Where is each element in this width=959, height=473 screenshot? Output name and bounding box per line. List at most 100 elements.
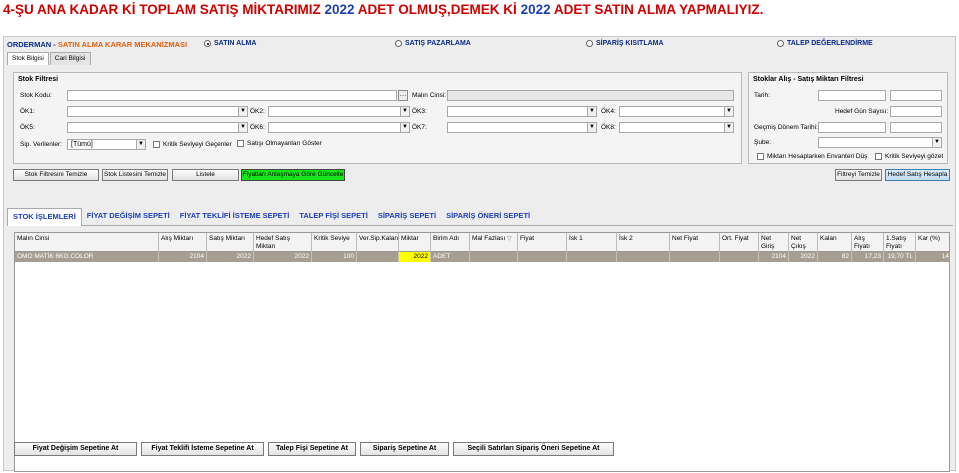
cell-malin-cinsi[interactable]: OMO MATİK 6KG.COLOR (15, 252, 159, 262)
talep-fisi-sepetine-at-button[interactable]: Talep Fişi Sepetine At (268, 442, 356, 456)
cell-satis-miktari[interactable]: 2022 (207, 252, 254, 262)
table-row[interactable]: OMO MATİK 6KG.COLOR 2104 2022 2022 100 2… (15, 252, 949, 262)
gecmis-donem-start-input[interactable] (818, 122, 886, 133)
column-header[interactable]: 1.Satış Fiyatı (884, 233, 916, 252)
cell-mal-fazlasi[interactable] (470, 252, 518, 262)
chevron-down-icon: ▼ (136, 140, 145, 149)
cell-kritik-seviye[interactable]: 100 (312, 252, 357, 262)
column-header[interactable]: Net Fiyat (670, 233, 720, 252)
column-header[interactable]: Net Çıkış (789, 233, 818, 252)
siparis-sepetine-at-button[interactable]: Sipariş Sepetine At (360, 442, 449, 456)
chevron-down-icon: ▼ (400, 123, 409, 132)
stok-filtresini-temizle-button[interactable]: Stok Filtresini Temizle (13, 169, 99, 181)
kritik-gozet-label: Kritik Seviyeyi gözet (885, 153, 944, 160)
siparis-oneri-sepetine-at-button[interactable]: Seçili Satırları Sipariş Öneri Sepetine … (453, 442, 614, 456)
column-header[interactable]: Net Giriş (759, 233, 789, 252)
ok5-select[interactable]: ▼ (67, 122, 248, 133)
column-header[interactable]: İsk 2 (617, 233, 670, 252)
sip-verilenler-select[interactable]: [Tümü] ▼ (67, 139, 146, 150)
kritik-gozet-checkbox[interactable]: Kritik Seviyeyi gözet (875, 153, 943, 160)
column-header[interactable]: Kritik Seviye (312, 233, 357, 252)
sube-select[interactable]: ▼ (818, 137, 942, 148)
filtreyi-temizle-button[interactable]: Filtreyi Temizle (835, 169, 882, 181)
column-header[interactable]: Ver.Sip.Kalan (357, 233, 399, 252)
cell-fiyat[interactable] (518, 252, 567, 262)
cell-net-fiyat[interactable] (670, 252, 720, 262)
headline-text-1: 4-ŞU ANA KADAR Kİ TOPLAM SATIŞ MİKTARIMI… (3, 2, 325, 17)
sales-filter-panel: Stoklar Alış - Satış Miktarı Filtresi Ta… (748, 72, 948, 164)
cell-ort-fiyat[interactable] (720, 252, 759, 262)
column-header-mal-fazlasi[interactable]: Mal Fazlası ▽ (470, 233, 518, 252)
radio-icon (395, 40, 402, 47)
column-header[interactable]: Kalan (818, 233, 852, 252)
column-header[interactable]: Kar (%) (916, 233, 951, 252)
cell-miktar[interactable]: 2022 (399, 252, 431, 262)
stock-grid[interactable]: Malın Cinsi Alış Miktarı Satış Miktarı H… (14, 232, 950, 472)
cell-hedef-satis[interactable]: 2022 (254, 252, 312, 262)
cell-net-cikis[interactable]: 2022 (789, 252, 818, 262)
column-header[interactable]: İsk 1 (567, 233, 617, 252)
stok-kodu-browse-button[interactable]: … (398, 90, 408, 101)
tarih-start-input[interactable] (818, 90, 886, 101)
stok-kodu-input[interactable] (67, 90, 397, 101)
chevron-down-icon: ▼ (724, 107, 733, 116)
tab-siparis-oneri-sepeti[interactable]: SİPARİŞ ÖNERİ SEPETİ (441, 208, 535, 226)
cell-ver-sip-kalan[interactable] (357, 252, 399, 262)
tab-fiyat-teklifi-isteme-sepeti[interactable]: FİYAT TEKLİFİ İSTEME SEPETİ (175, 208, 295, 226)
column-header[interactable]: Alış Miktarı (159, 233, 207, 252)
miktari-hesap-checkbox[interactable]: Miktarı Hesaplarken Envanteri Düş (757, 153, 867, 160)
mode-radio-satis-pazarlama[interactable]: SATIŞ PAZARLAMA (395, 40, 471, 47)
mode-radio-talep-degerlendirme[interactable]: TALEP DEĞERLENDİRME (777, 40, 873, 47)
malin-cinsi-input[interactable] (447, 90, 734, 101)
column-header[interactable]: Fiyat (518, 233, 567, 252)
cell-isk1[interactable] (567, 252, 617, 262)
filter-icon[interactable]: ▽ (507, 236, 512, 242)
column-header[interactable]: Malın Cinsi (15, 233, 159, 252)
tab-stok-bilgisi[interactable]: Stok Bilgisi (7, 52, 49, 65)
cell-kalan[interactable]: 82 (818, 252, 852, 262)
cell-isk2[interactable] (617, 252, 670, 262)
tab-fiyat-degisim-sepeti[interactable]: FİYAT DEĞİŞİM SEPETİ (82, 208, 175, 226)
ok2-select[interactable]: ▼ (268, 106, 410, 117)
chevron-down-icon: ▼ (587, 123, 596, 132)
cell-net-giris[interactable]: 2104 (759, 252, 789, 262)
ok8-select[interactable]: ▼ (619, 122, 734, 133)
grid-header: Malın Cinsi Alış Miktarı Satış Miktarı H… (15, 233, 949, 252)
satisi-olmayan-checkbox[interactable]: Satışı Olmayanları Göster (237, 140, 322, 147)
ok3-select[interactable]: ▼ (447, 106, 597, 117)
mode-radio-satin-alma[interactable]: SATIN ALMA (204, 40, 256, 47)
kritik-checkbox[interactable]: Kritik Seviyeyi Geçenler (153, 141, 232, 148)
ok7-select[interactable]: ▼ (447, 122, 597, 133)
stok-listesini-temizle-button[interactable]: Stok Listesini Temizle (102, 169, 168, 181)
cell-satis-fiyati[interactable]: 19,70 TL (884, 252, 916, 262)
listele-button[interactable]: Listele (172, 169, 239, 181)
ok1-select[interactable]: ▼ (67, 106, 248, 117)
hedef-satis-hesapla-button[interactable]: Hedef Satış Hesapla (885, 169, 950, 181)
column-header[interactable]: Hedef Satış Miktarı (254, 233, 312, 252)
cell-kar[interactable]: 14 (916, 252, 951, 262)
fiyatlari-guncelle-button[interactable]: Fiyatları Anlaşmaya Göre Güncelle (241, 169, 345, 181)
column-header[interactable]: Miktar (399, 233, 431, 252)
tab-talep-fisi-sepeti[interactable]: TALEP FİŞİ SEPETİ (294, 208, 373, 226)
hedef-gun-input[interactable] (890, 106, 942, 117)
cell-alis-fiyati[interactable]: 17,23 (852, 252, 884, 262)
tarih-end-input[interactable] (890, 90, 942, 101)
gecmis-donem-label: Geçmiş Dönem Tarihi: (754, 124, 818, 131)
mode-radio-siparis-kisitlama[interactable]: SİPARİŞ KISITLAMA (586, 40, 664, 47)
ok6-select[interactable]: ▼ (268, 122, 410, 133)
cell-alis-miktari[interactable]: 2104 (159, 252, 207, 262)
tab-stok-islemleri[interactable]: STOK İŞLEMLERİ (7, 208, 82, 226)
column-header[interactable]: Birim Adı (431, 233, 470, 252)
column-header[interactable]: Alış Fiyatı (852, 233, 884, 252)
gecmis-donem-end-input[interactable] (890, 122, 942, 133)
fiyat-degisim-sepetine-at-button[interactable]: Fiyat Değişim Sepetine At (14, 442, 137, 456)
column-header[interactable]: Satış Miktarı (207, 233, 254, 252)
headline-number-2: 2022 (520, 2, 551, 17)
fiyat-teklifi-sepetine-at-button[interactable]: Fiyat Teklifi İsteme Sepetine At (141, 442, 264, 456)
tab-cari-bilgisi[interactable]: Cari Bilgisi (49, 52, 91, 65)
tab-siparis-sepeti[interactable]: SİPARİŞ SEPETİ (373, 208, 441, 226)
column-header[interactable]: Ort. Fiyat (720, 233, 759, 252)
ok4-select[interactable]: ▼ (619, 106, 734, 117)
mode-label: TALEP DEĞERLENDİRME (787, 40, 873, 47)
cell-birim-adi[interactable]: ADET (431, 252, 470, 262)
